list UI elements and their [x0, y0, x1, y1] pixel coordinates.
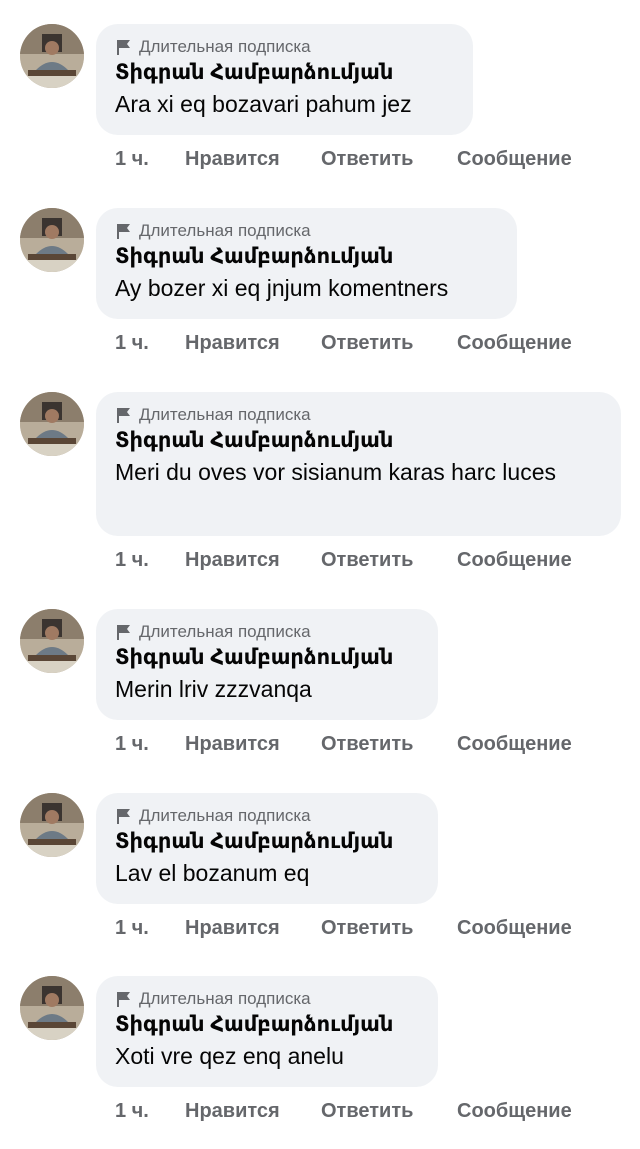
badge-label: Длительная подписка: [139, 221, 311, 240]
comment-time[interactable]: 1 ч.: [115, 549, 149, 572]
subscriber-badge: Длительная подписка: [115, 621, 418, 643]
avatar-photo: [20, 24, 84, 88]
like-button[interactable]: Нравится: [185, 332, 280, 355]
message-button[interactable]: Сообщение: [457, 733, 572, 756]
subscriber-badge: Длительная подписка: [115, 988, 418, 1010]
like-button[interactable]: Нравится: [185, 549, 280, 572]
reply-button[interactable]: Ответить: [321, 917, 413, 940]
avatar-photo: [20, 208, 84, 272]
comment-bubble: Длительная подписка Տիգրան Համբարձումյան…: [96, 976, 438, 1087]
like-button[interactable]: Нравится: [185, 148, 280, 171]
avatar[interactable]: [20, 793, 84, 857]
reply-button[interactable]: Ответить: [321, 148, 413, 171]
reply-button[interactable]: Ответить: [321, 1100, 413, 1123]
comment-text: Ay bozer xi eq jnjum komentners: [115, 275, 449, 301]
comment-author[interactable]: Տիգրան Համբարձումյան: [115, 426, 601, 456]
badge-label: Длительная подписка: [139, 989, 311, 1008]
badge-label: Длительная подписка: [139, 37, 311, 56]
badge-label: Длительная подписка: [139, 806, 311, 825]
comment-text: Meri du oves vor sisianum karas harc luc…: [115, 459, 556, 485]
flag-icon: [117, 992, 130, 1007]
avatar[interactable]: [20, 208, 84, 272]
comment-author[interactable]: Տիգրան Համբարձումյան: [115, 242, 497, 272]
reply-button[interactable]: Ответить: [321, 733, 413, 756]
badge-label: Длительная подписка: [139, 405, 311, 424]
message-button[interactable]: Сообщение: [457, 1100, 572, 1123]
subscriber-badge: Длительная подписка: [115, 404, 601, 426]
avatar[interactable]: [20, 24, 84, 88]
subscriber-badge: Длительная подписка: [115, 36, 453, 58]
like-button[interactable]: Нравится: [185, 917, 280, 940]
message-button[interactable]: Сообщение: [457, 148, 572, 171]
reply-button[interactable]: Ответить: [321, 332, 413, 355]
badge-label: Длительная подписка: [139, 622, 311, 641]
comment-bubble: Длительная подписка Տիգրան Համբարձումյան…: [96, 793, 438, 904]
message-button[interactable]: Сообщение: [457, 332, 572, 355]
like-button[interactable]: Нравится: [185, 733, 280, 756]
flag-icon: [117, 625, 130, 640]
avatar[interactable]: [20, 392, 84, 456]
avatar-photo: [20, 609, 84, 673]
comment-text: Ara xi eq bozavari pahum jez: [115, 91, 412, 117]
comment-time[interactable]: 1 ч.: [115, 917, 149, 940]
avatar-photo: [20, 976, 84, 1040]
comment-text: Lav el bozanum eq: [115, 860, 310, 886]
comment-time[interactable]: 1 ч.: [115, 1100, 149, 1123]
subscriber-badge: Длительная подписка: [115, 220, 497, 242]
comment-time[interactable]: 1 ч.: [115, 332, 149, 355]
comment-author[interactable]: Տիգրան Համբարձումյան: [115, 1010, 418, 1040]
comment-text: Xoti vre qez enq anelu: [115, 1043, 344, 1069]
message-button[interactable]: Сообщение: [457, 917, 572, 940]
comment-text: Merin lriv zzzvanqa: [115, 676, 312, 702]
comment-time[interactable]: 1 ч.: [115, 733, 149, 756]
message-button[interactable]: Сообщение: [457, 549, 572, 572]
comment-time[interactable]: 1 ч.: [115, 148, 149, 171]
subscriber-badge: Длительная подписка: [115, 805, 418, 827]
comment-bubble: Длительная подписка Տիգրան Համբարձումյան…: [96, 392, 621, 536]
avatar[interactable]: [20, 976, 84, 1040]
comment-author[interactable]: Տիգրան Համբարձումյան: [115, 827, 418, 857]
flag-icon: [117, 408, 130, 423]
comment-author[interactable]: Տիգրան Համբարձումյան: [115, 643, 418, 673]
avatar-photo: [20, 392, 84, 456]
flag-icon: [117, 224, 130, 239]
like-button[interactable]: Нравится: [185, 1100, 280, 1123]
comment-bubble: Длительная подписка Տիգրան Համբարձումյան…: [96, 208, 517, 319]
flag-icon: [117, 40, 130, 55]
comment-bubble: Длительная подписка Տիգրան Համբարձումյան…: [96, 24, 473, 135]
comment-author[interactable]: Տիգրան Համբարձումյան: [115, 58, 453, 88]
flag-icon: [117, 809, 130, 824]
reply-button[interactable]: Ответить: [321, 549, 413, 572]
comment-bubble: Длительная подписка Տիգրան Համբարձումյան…: [96, 609, 438, 720]
avatar-photo: [20, 793, 84, 857]
avatar[interactable]: [20, 609, 84, 673]
